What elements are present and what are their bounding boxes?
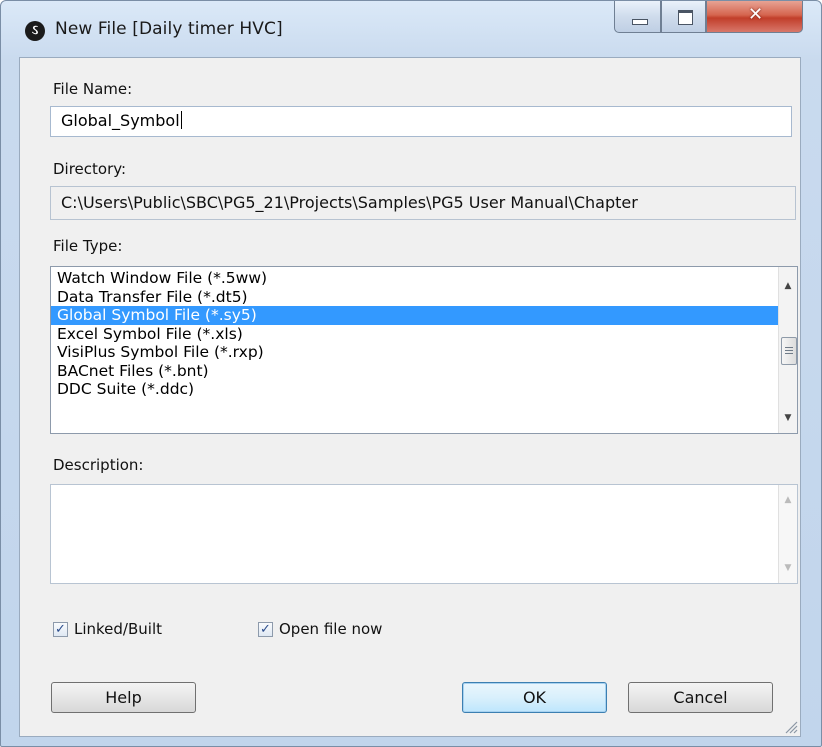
list-item[interactable]: BACnet Files (*.bnt) bbox=[51, 362, 779, 381]
file-type-items: Watch Window File (*.5ww) Data Transfer … bbox=[51, 269, 779, 399]
list-item[interactable]: Data Transfer File (*.dt5) bbox=[51, 288, 779, 307]
open-file-now-label[interactable]: Open file now bbox=[279, 620, 382, 638]
linked-built-label[interactable]: Linked/Built bbox=[74, 620, 162, 638]
ok-button[interactable]: OK bbox=[462, 682, 607, 713]
scroll-down-icon[interactable]: ▼ bbox=[779, 409, 797, 427]
scroll-up-icon: ▲ bbox=[784, 495, 792, 505]
close-icon: ✕ bbox=[747, 4, 764, 25]
help-button[interactable]: Help bbox=[51, 682, 196, 713]
minimize-icon bbox=[632, 19, 648, 25]
scroll-thumb[interactable] bbox=[781, 337, 797, 365]
description-textarea[interactable]: ▲ ▼ bbox=[50, 484, 798, 584]
close-button[interactable]: ✕ bbox=[706, 1, 803, 33]
description-label: Description: bbox=[53, 456, 144, 474]
scroll-up-icon[interactable]: ▲ bbox=[779, 277, 797, 295]
file-name-value: Global_Symbol bbox=[61, 111, 180, 130]
description-scrollbar: ▲ ▼ bbox=[778, 485, 797, 583]
dialog-body: File Name: Global_Symbol Directory: C:\U… bbox=[19, 57, 801, 737]
directory-field: C:\Users\Public\SBC\PG5_21\Projects\Samp… bbox=[50, 186, 796, 220]
file-name-input[interactable]: Global_Symbol bbox=[50, 106, 792, 137]
maximize-button[interactable] bbox=[661, 1, 706, 33]
minimize-button[interactable] bbox=[614, 1, 661, 33]
file-type-scrollbar[interactable]: ▲ ▼ bbox=[778, 267, 797, 433]
list-item[interactable]: Excel Symbol File (*.xls) bbox=[51, 325, 779, 344]
list-item-selected[interactable]: Global Symbol File (*.sy5) bbox=[51, 306, 779, 325]
file-type-label: File Type: bbox=[53, 237, 123, 255]
list-item[interactable]: Watch Window File (*.5ww) bbox=[51, 269, 779, 288]
list-item[interactable]: DDC Suite (*.ddc) bbox=[51, 380, 779, 399]
linked-built-checkbox[interactable]: ✓ bbox=[53, 622, 68, 637]
resize-grip-icon[interactable] bbox=[784, 720, 798, 734]
directory-label: Directory: bbox=[53, 160, 127, 178]
file-name-label: File Name: bbox=[53, 80, 133, 98]
app-icon: ઽ bbox=[25, 21, 45, 41]
text-caret bbox=[180, 111, 182, 129]
maximize-icon bbox=[678, 10, 693, 25]
title-bar[interactable]: ઽ New File [Daily timer HVC] ✕ bbox=[1, 1, 821, 57]
file-type-listbox[interactable]: Watch Window File (*.5ww) Data Transfer … bbox=[50, 266, 798, 434]
list-item[interactable]: VisiPlus Symbol File (*.rxp) bbox=[51, 343, 779, 362]
scroll-down-icon: ▼ bbox=[784, 563, 792, 573]
cancel-button[interactable]: Cancel bbox=[628, 682, 773, 713]
new-file-dialog: ઽ New File [Daily timer HVC] ✕ File Name… bbox=[0, 0, 822, 747]
window-title: New File [Daily timer HVC] bbox=[55, 19, 283, 39]
open-file-now-checkbox[interactable]: ✓ bbox=[258, 622, 273, 637]
